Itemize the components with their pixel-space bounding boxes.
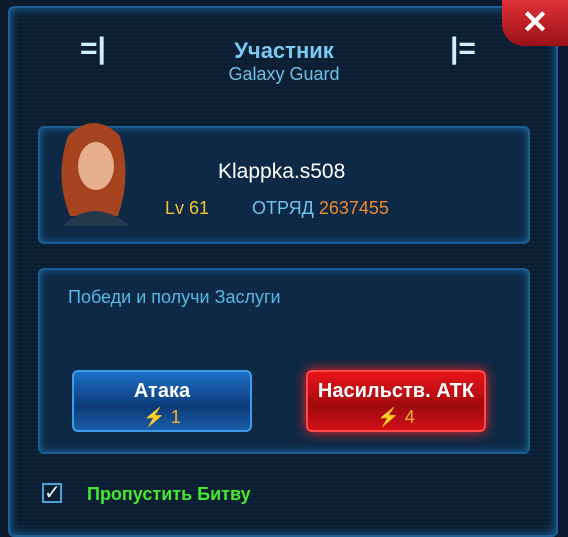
player-name: Klappka.s508 xyxy=(218,160,346,183)
attack-label: Атака xyxy=(133,380,191,402)
squad-value: 2637455 xyxy=(318,198,389,218)
force-attack-label: Насильств. АТК xyxy=(317,380,475,402)
force-attack-cost: 4 xyxy=(404,407,415,427)
attack-cost: 1 xyxy=(170,407,181,427)
skip-battle-label[interactable]: Пропустить Битву xyxy=(87,484,251,505)
force-attack-button[interactable]: Насильств. АТК ⚡ 4 xyxy=(306,370,486,432)
alliance-name: Galaxy Guard xyxy=(228,64,340,84)
checkmark-icon: ✓ xyxy=(44,482,61,504)
battle-hint: Победи и получи Заслуги xyxy=(68,287,281,307)
stamina-icon: ⚡ xyxy=(377,407,400,427)
dialog-title: Участник xyxy=(234,38,334,63)
avatar xyxy=(61,123,130,226)
stamina-icon: ⚡ xyxy=(143,407,166,427)
close-icon: ✕ xyxy=(521,4,549,40)
skip-battle-checkbox[interactable]: ✓ xyxy=(42,483,62,503)
player-level: Lv 61 xyxy=(165,198,210,218)
squad-power: ОТРЯД 2637455 xyxy=(252,198,389,219)
attack-button[interactable]: Атака ⚡ 1 xyxy=(72,370,252,432)
squad-label: ОТРЯД xyxy=(252,198,314,218)
